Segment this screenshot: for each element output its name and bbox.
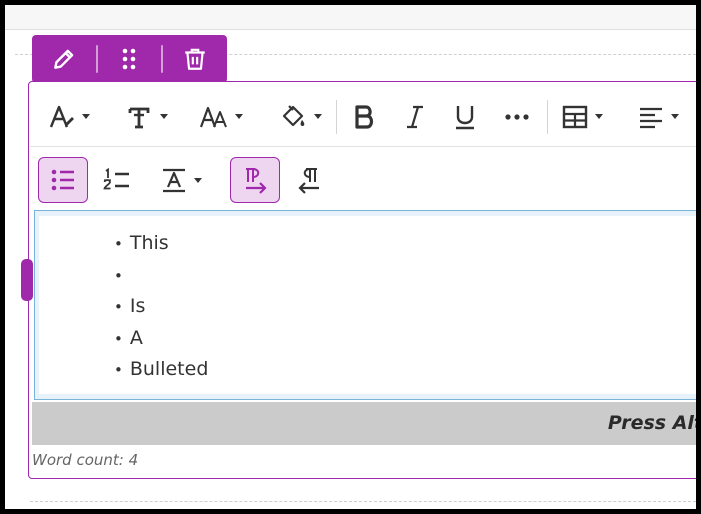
align-left-icon [640,107,662,128]
bulleted-list-icon [51,169,74,191]
rtl-direction-button[interactable] [284,157,334,203]
chevron-down-icon [82,114,90,119]
italic-icon [407,105,423,128]
clear-format-button[interactable] [152,157,210,203]
numbered-list-button[interactable] [92,157,142,203]
text-color-button[interactable] [272,94,330,140]
align-button[interactable] [630,94,686,140]
block-toolbar [32,35,227,83]
chevron-down-icon [160,114,168,119]
text-format-button[interactable] [118,94,176,140]
list-item[interactable]: This [114,228,208,260]
edit-block-button[interactable] [32,35,96,83]
text-clear-icon [163,168,185,193]
chevron-down-icon [235,114,243,119]
paragraph-toolbar [30,150,334,210]
bulleted-list-button[interactable] [38,157,88,203]
font-style-button[interactable] [40,94,98,140]
bold-icon [355,104,374,129]
top-strip [5,5,696,30]
ltr-direction-button[interactable] [230,157,280,203]
bold-button[interactable] [343,94,387,140]
list-item[interactable] [114,260,208,292]
editor-content-area[interactable]: This Is A Bulleted [34,210,696,400]
chevron-down-icon [595,114,603,119]
resize-handle[interactable] [21,259,33,301]
font-size-icon [199,106,227,127]
toolbar-divider [336,99,337,134]
ellipsis-icon [505,113,529,120]
table-button[interactable] [554,94,610,140]
list-item[interactable]: Bulleted [114,354,209,386]
chevron-down-icon [314,114,322,119]
toolbar-divider [547,99,548,134]
chevron-down-icon [194,177,202,183]
numbered-list-icon [103,167,129,190]
text-format-icon [128,107,150,128]
ltr-paragraph-icon [246,168,267,194]
font-style-icon [49,105,74,127]
block-divider [30,501,696,502]
editor-text-body[interactable]: This Is A Bulleted [39,216,696,394]
delete-block-button[interactable] [163,35,227,83]
list-item[interactable]: A [114,323,208,355]
bulleted-list: This Is A Bulleted [114,228,209,386]
underline-button[interactable] [441,94,489,140]
chevron-down-icon [671,114,679,119]
trash-icon [185,48,205,70]
list-item[interactable]: Is [114,291,208,323]
table-icon [562,105,588,128]
italic-button[interactable] [391,94,439,140]
drag-block-button[interactable] [98,35,162,83]
rich-text-editor: This Is A Bulleted Press Alt Word count:… [28,81,696,479]
word-count: Word count: 4 [32,451,139,469]
more-options-button[interactable] [493,94,541,140]
rtl-paragraph-icon [298,168,319,194]
formatting-toolbar [30,87,696,147]
screen-frame: This Is A Bulleted Press Alt Word count:… [5,5,696,509]
pencil-icon [53,49,74,69]
status-bar: Press Alt [32,402,696,445]
accessibility-hint: Press Alt [607,412,696,434]
paint-bucket-icon [282,104,305,126]
underline-icon [456,105,474,129]
font-size-button[interactable] [192,94,250,140]
drag-handle-icon [123,48,136,70]
